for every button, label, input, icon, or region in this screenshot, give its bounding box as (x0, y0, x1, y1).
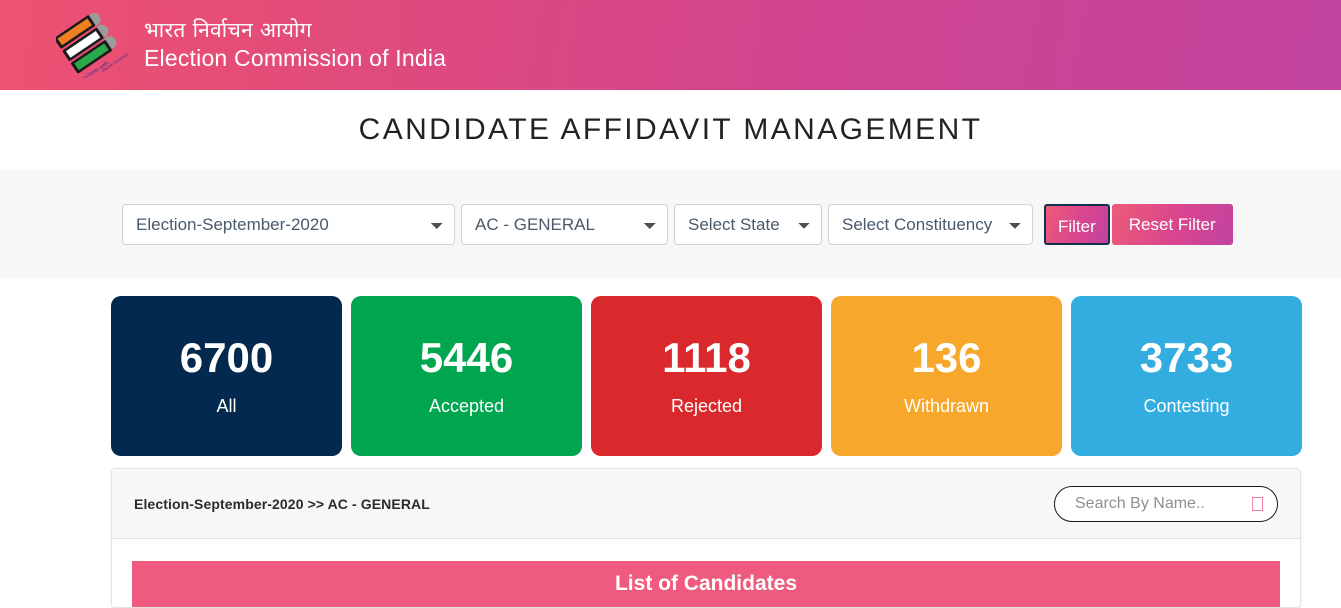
constituency-select[interactable]: Select Constituency (828, 203, 1033, 245)
search-input[interactable] (1073, 493, 1246, 514)
panel-header: Election-September-2020 >> AC - GENERAL (112, 469, 1300, 539)
election-type-select[interactable]: AC - GENERAL (461, 203, 668, 245)
stat-label: Withdrawn (903, 396, 990, 416)
state-select[interactable]: Select State (674, 203, 822, 245)
brand-name-hindi: भारत निर्वाचन आयोग (144, 18, 312, 42)
stat-value: 5446 (419, 334, 514, 381)
candidates-panel: Election-September-2020 >> AC - GENERAL … (111, 468, 1301, 608)
stat-value: 1118 (662, 334, 751, 381)
stat-label: Rejected (670, 396, 743, 416)
stat-value: 3733 (1139, 334, 1234, 381)
brand-name-english: Election Commission of India (144, 45, 447, 71)
title-band: CANDIDATE AFFIDAVIT MANAGEMENT (0, 90, 1341, 170)
list-of-candidates-header: List of Candidates (132, 561, 1280, 607)
panel-body: List of Candidates (112, 539, 1300, 607)
stats-cards-row: 6700 All 5446 Accepted 1118 Rejected 136… (0, 278, 1341, 456)
breadcrumb: Election-September-2020 >> AC - GENERAL (134, 495, 430, 512)
stat-label: Accepted (428, 396, 505, 416)
filter-button[interactable]: Filter (1044, 203, 1110, 245)
stat-label: All (216, 396, 237, 416)
stat-card-rejected[interactable]: 1118 Rejected (591, 296, 822, 456)
stat-card-all[interactable]: 6700 All (111, 296, 342, 456)
stat-label: Contesting (1143, 396, 1230, 416)
search-box[interactable] (1054, 485, 1278, 522)
election-select[interactable]: Election-September-2020 (122, 203, 455, 245)
search-icon[interactable] (1252, 496, 1263, 511)
filter-bar: Election-September-2020 AC - GENERAL Sel… (0, 170, 1341, 278)
stat-value: 136 (911, 334, 982, 381)
stat-value: 6700 (179, 334, 274, 381)
stat-card-withdrawn[interactable]: 136 Withdrawn (831, 296, 1062, 456)
candidates-panel-wrap: Election-September-2020 >> AC - GENERAL … (0, 456, 1341, 608)
brand-text: भारत निर्वाचन आयोग Election Commission o… (144, 17, 446, 73)
stat-card-contesting[interactable]: 3733 Contesting (1071, 296, 1302, 456)
page-title: CANDIDATE AFFIDAVIT MANAGEMENT (358, 113, 983, 146)
reset-filter-button[interactable]: Reset Filter (1111, 203, 1233, 245)
site-header: भारत निर्वाचन आयोग Election Commission o… (0, 0, 1341, 90)
stat-card-accepted[interactable]: 5446 Accepted (351, 296, 582, 456)
eci-ballot-box-logo-icon: भारत निर्वाचन आयोग Election Commission o… (56, 12, 128, 78)
